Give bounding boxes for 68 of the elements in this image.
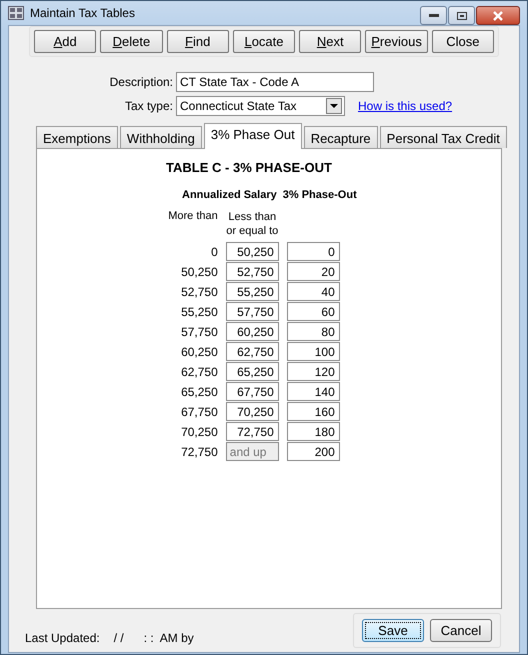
input-field[interactable]: 200	[286, 442, 340, 461]
table-cell: 72,750	[181, 444, 218, 458]
table-icon	[8, 6, 24, 20]
status-label: Last Updated:	[25, 631, 100, 645]
table-cell: 67,750	[181, 404, 218, 418]
table-title: TABLE C - 3% PHASE-OUT	[166, 160, 332, 175]
cancel-button[interactable]: Cancel	[430, 619, 492, 642]
window-title: Maintain Tax Tables	[30, 6, 135, 20]
input-field[interactable]: 55,250	[226, 282, 279, 301]
toolbar-button[interactable]: Previous	[365, 30, 428, 53]
table-cell: 62,750	[181, 364, 218, 378]
input-field[interactable]: 100	[286, 342, 340, 361]
input-field[interactable]: 80	[286, 322, 340, 341]
input-field[interactable]: 60	[286, 302, 340, 321]
toolbar-button[interactable]: Locate	[232, 30, 296, 53]
toolbar-button[interactable]: Find	[166, 30, 229, 53]
input-field[interactable]: 62,750	[226, 342, 279, 361]
column-heading: More than	[168, 210, 218, 222]
table-cell: 60,250	[181, 344, 218, 358]
input-field[interactable]: 120	[286, 362, 340, 381]
tax-type-dropdown[interactable]: Connecticut State Tax	[176, 96, 345, 116]
tab[interactable]: Exemptions	[36, 126, 118, 148]
field-label: Tax type:	[124, 99, 173, 113]
maximize-icon	[456, 12, 466, 20]
table-cell: 65,250	[181, 384, 218, 398]
maximize-button[interactable]	[448, 6, 475, 25]
field-label: Description:	[108, 75, 173, 89]
input-field[interactable]: 180	[286, 422, 340, 441]
close-button[interactable]	[476, 6, 520, 25]
tab[interactable]: Recapture	[304, 126, 378, 148]
toolbar-button[interactable]: Close	[432, 30, 494, 53]
close-icon	[492, 10, 504, 20]
minimize-icon	[428, 14, 438, 18]
input-field[interactable]: 65,250	[226, 362, 279, 381]
input-field[interactable]: 67,750	[226, 382, 279, 401]
input-field[interactable]: 40	[286, 282, 340, 301]
toolbar-button[interactable]: Next	[299, 30, 362, 53]
status-date: / /	[114, 631, 124, 645]
description-field[interactable]: CT State Tax - Code A	[176, 72, 374, 92]
table-cell: 57,750	[181, 324, 218, 338]
save-button[interactable]: Save	[362, 619, 424, 642]
input-field[interactable]: 57,750	[226, 302, 279, 321]
input-field[interactable]: 60,250	[226, 322, 279, 341]
table-cell: 0	[211, 244, 218, 258]
table-cell: 50,250	[181, 264, 218, 278]
toolbar-button[interactable]: Delete	[100, 30, 163, 53]
status-time: : :	[144, 631, 154, 645]
input-field[interactable]: 72,750	[226, 422, 279, 441]
input-field[interactable]: 0	[286, 242, 340, 261]
tab[interactable]: 3% Phase Out	[204, 123, 302, 149]
table-cell: 52,750	[181, 284, 218, 298]
input-field[interactable]: 52,750	[226, 262, 279, 281]
toolbar-button[interactable]: Add	[34, 30, 96, 53]
input-field[interactable]: 140	[286, 382, 340, 401]
input-field[interactable]: 160	[286, 402, 340, 421]
minimize-button[interactable]	[420, 6, 447, 25]
input-field[interactable]: 50,250	[226, 242, 279, 261]
column-heading: Annualized Salary	[182, 189, 277, 201]
table-cell: 55,250	[181, 304, 218, 318]
tab[interactable]: Withholding	[120, 126, 202, 148]
help-link[interactable]: How is this used?	[358, 99, 452, 113]
tab[interactable]: Personal Tax Credit	[380, 126, 507, 148]
status-text: AM by	[160, 631, 194, 645]
column-heading: 3% Phase-Out	[282, 189, 357, 201]
input-field[interactable]: 70,250	[226, 402, 279, 421]
table-cell: 70,250	[181, 424, 218, 438]
column-heading: Less than or equal to	[225, 210, 280, 238]
input-field[interactable]: 20	[286, 262, 340, 281]
